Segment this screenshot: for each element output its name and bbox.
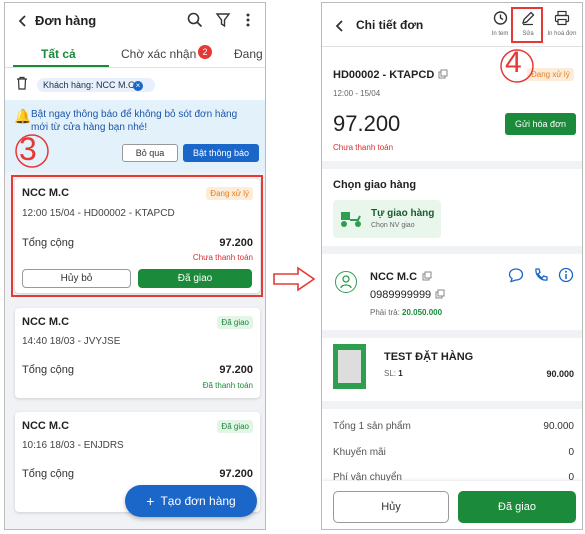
filter-icon[interactable] [215,12,231,28]
order-datetime: 12:00 - 15/04 [333,89,381,98]
back-arrow-icon[interactable] [334,19,346,33]
total-amount: 97.200 [219,364,253,376]
filter-chip-close-icon[interactable]: × [133,81,143,91]
delivery-scooter-icon [341,212,361,227]
summary-value: 90.000 [543,421,574,432]
order-amount: 97.200 [333,111,401,136]
total-amount: 97.200 [219,468,253,480]
notice-text: Bật ngay thông báo để không bỏ sót đơn h… [31,109,238,133]
payment-status: Chưa thanh toán [333,143,394,152]
header-divider [322,46,582,47]
mark-delivered-button[interactable]: Đã giao [458,491,576,523]
tab-pending-badge: 2 [198,45,212,59]
section-separator [322,246,582,254]
delivery-option-title: Tự giao hàng [371,208,435,219]
summary-value: 0 [568,447,574,458]
highlight-box-order [11,175,263,297]
chat-icon[interactable] [508,267,524,283]
product-qty: SL: 1 [384,369,403,378]
status-badge: Đã giao [217,420,253,433]
create-order-label: Tạo đơn hàng [160,494,236,508]
order-info: 14:40 18/03 - JVYJSE [22,336,121,347]
status-badge: Đã giao [217,316,253,329]
delivery-option-subtitle: Chọn NV giao [371,222,415,229]
next-step-arrow-icon [273,266,316,292]
phone-call-icon[interactable] [533,267,549,283]
delivery-heading: Chọn giao hàng [333,179,417,191]
step-circle [15,134,49,168]
info-icon[interactable] [558,267,574,283]
customer-due: Phải trả: 20.050.000 [370,308,442,317]
product-image-placeholder [338,350,361,383]
customer-avatar [335,271,357,293]
tab-in-progress[interactable]: Đang x [234,47,265,61]
customer-due-value: 20.050.000 [402,308,443,317]
tab-all[interactable]: Tất cả [41,47,76,61]
customer-due-label: Phải trả: [370,308,400,317]
highlight-box-edit [511,7,543,43]
page-title: Chi tiết đơn [356,18,424,32]
page-title: Đơn hàng [35,13,97,28]
more-vertical-icon[interactable] [245,12,251,28]
summary-label: Tổng 1 sản phẩm [333,421,411,432]
order-customer-name: NCC M.C [22,420,70,432]
history-label: In tem [491,31,509,37]
copy-icon[interactable] [422,271,432,281]
printer-icon [554,10,570,26]
cancel-button[interactable]: Hủy [333,491,449,523]
copy-icon[interactable] [438,69,448,79]
trash-icon[interactable] [16,76,28,90]
customer-phone: 0989999999 [370,289,432,301]
skip-button[interactable]: Bỏ qua [122,144,178,162]
product-thumbnail [333,344,366,389]
step-circle [500,49,534,83]
create-order-button[interactable]: + Tạo đơn hàng [125,485,257,517]
summary-label: Khuyến mãi [333,447,386,458]
delivery-option-self[interactable]: Tự giao hàng Chọn NV giao [333,200,441,238]
product-qty-label: SL: [384,369,397,378]
customer-name: NCC M.C [370,271,418,283]
history-icon [493,11,508,25]
order-list-screen: Đơn hàng Tất cả Chờ xác nhận 2 Đang x Kh… [4,2,266,530]
enable-notification-button[interactable]: Bật thông báo [183,144,259,162]
order-code: HD00002 - KTAPCD [333,69,435,81]
section-separator [322,401,582,409]
order-info: 10:16 18/03 - ENJDRS [22,440,124,451]
plus-icon: + [146,493,155,509]
product-qty-value: 1 [398,369,403,378]
send-invoice-button[interactable]: Gửi hóa đơn [505,113,576,135]
product-price: 90.000 [546,369,574,379]
bell-icon: 🔔 [14,108,32,124]
order-detail-screen: Chi tiết đơn In tem Sửa In hoá đơn HD000… [321,2,583,530]
tab-divider [5,67,265,68]
filter-chip-label: Khách hàng: NCC M.C [43,80,135,90]
total-label: Tổng cộng [22,468,74,480]
section-separator [322,330,582,338]
print-label: In hoá đơn [547,31,577,37]
tab-pending[interactable]: Chờ xác nhận [121,47,196,61]
order-card[interactable]: NCC M.C Đã giao 14:40 18/03 - JVYJSE Tổn… [15,308,260,398]
back-arrow-icon[interactable] [17,14,29,28]
order-customer-name: NCC M.C [22,316,70,328]
person-icon [340,275,352,289]
section-separator [322,161,582,169]
history-action[interactable]: In tem [486,10,514,42]
search-icon[interactable] [187,12,203,28]
product-name: TEST ĐẶT HÀNG [384,351,474,363]
payment-status: Đã thanh toán [202,381,253,390]
total-label: Tổng cộng [22,364,74,376]
print-action[interactable]: In hoá đơn [544,10,580,42]
copy-icon[interactable] [435,289,445,299]
